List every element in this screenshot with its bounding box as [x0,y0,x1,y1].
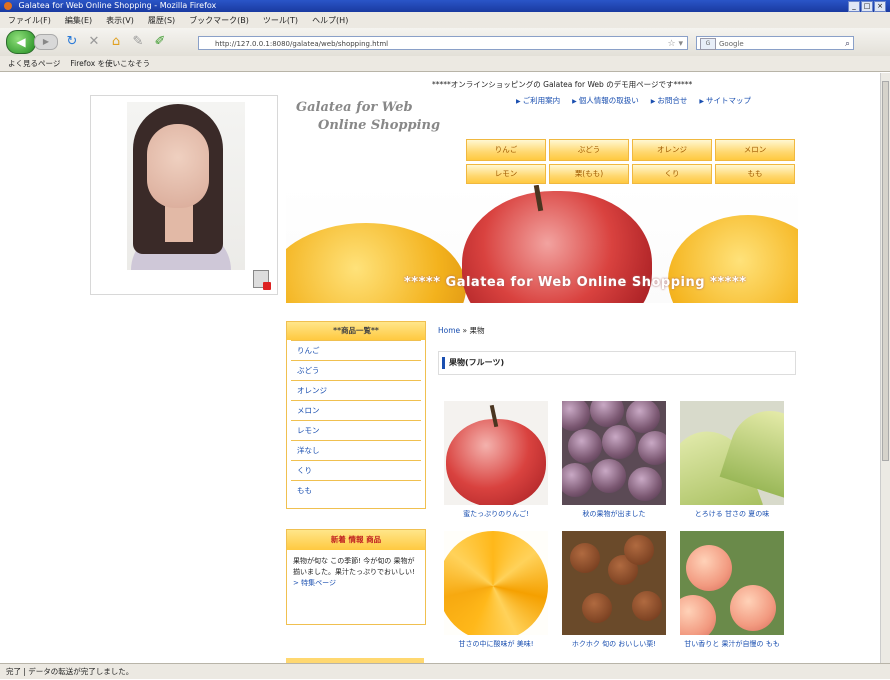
addon-icon[interactable]: ✐ [152,34,168,50]
marquee-text: *****オンラインショッピングの Galatea for Web のデモ用ペー… [432,80,693,89]
link-sitemap[interactable]: サイトマップ [699,95,751,106]
product-caption[interactable]: 甘さの中に酸味が 美味! [444,639,548,651]
sidebar-item[interactable]: ぶどう [291,360,421,380]
sidebar-item[interactable]: メロン [291,400,421,420]
site-logo[interactable]: Galatea for Web Online Shopping [296,99,440,135]
apple-photo[interactable] [444,401,548,505]
close-icon[interactable]: × [874,1,886,12]
vertical-scrollbar[interactable] [880,73,890,663]
agent-photo-box [90,95,278,295]
sidebar-item[interactable]: くり [291,460,421,480]
page-content: *****オンラインショッピングの Galatea for Web のデモ用ペー… [0,73,880,663]
fruit-nav-item[interactable]: 栗(もも) [549,164,629,184]
menu-edit[interactable]: 編集(E) [65,15,92,26]
grape-photo[interactable] [562,401,666,505]
breadcrumb: Home » 果物 [438,326,485,335]
product-card[interactable]: ホクホク 旬の おいしい栗! [562,531,666,651]
product-caption[interactable]: 蜜たっぷりのりんご! [444,509,548,521]
window-controls: _ □ × [848,1,886,12]
bookmarks-toolbar: よく見るページ Firefox を使いこなそう [0,56,890,72]
product-caption[interactable]: とろける 甘さの 夏の味 [680,509,784,521]
reload-icon[interactable]: ↻ [64,34,80,50]
product-card[interactable]: 甘さの中に酸味が 美味! [444,531,548,651]
chestnut-photo[interactable] [562,531,666,635]
product-caption[interactable]: 秋の果物が出ました [562,509,666,521]
peach-photo[interactable] [680,531,784,635]
fruit-nav-item[interactable]: レモン [466,164,546,184]
firefox-logo-icon [4,2,12,10]
link-contact[interactable]: お問合せ [651,95,687,106]
category-title: 果物(フルーツ) [438,351,796,375]
link-privacy[interactable]: 個人情報の取扱い [572,95,639,106]
fruit-nav: りんご ぶどう オレンジ メロン レモン 栗(もも) くり もも [466,139,798,184]
stop-icon[interactable]: ✕ [86,34,102,50]
product-caption[interactable]: ホクホク 旬の おいしい栗! [562,639,666,651]
search-input[interactable]: G Google ⌕ [696,36,854,50]
window-title: Galatea for Web Online Shopping - Mozill… [18,1,217,10]
menu-view[interactable]: 表示(V) [106,15,134,26]
sidebar-item[interactable]: りんご [291,340,421,360]
search-icon[interactable]: ⌕ [845,37,850,51]
fruit-nav-item[interactable]: もも [715,164,795,184]
menu-history[interactable]: 履歴(S) [148,15,175,26]
sidebar-item[interactable]: レモン [291,420,421,440]
orange-image [286,223,466,303]
window-title-bar: Galatea for Web Online Shopping - Mozill… [0,0,890,12]
orange-photo[interactable] [444,531,548,635]
agent-portrait [127,102,245,270]
bookmark-star-icon[interactable]: ✎ [130,34,146,50]
product-card[interactable]: 甘い香りと 果汁が自慢の もも [680,531,784,651]
fruit-nav-item[interactable]: くり [632,164,712,184]
scrollbar-thumb[interactable] [882,81,889,461]
url-text: http://127.0.0.1:8080/galatea/web/shoppi… [215,40,389,48]
search-placeholder: Google [719,40,744,48]
back-button[interactable]: ◀ [6,30,36,54]
link-guide[interactable]: ご利用案内 [516,95,561,106]
menu-help[interactable]: ヘルプ(H) [312,15,348,26]
product-card[interactable]: 蜜たっぷりのりんご! [444,401,548,521]
minimize-icon[interactable]: _ [848,1,860,12]
news-text: 果物が旬な この季節! 今が旬の 果物が揃いました。果汁たっぷりでおいしい! [293,557,415,576]
menu-file[interactable]: ファイル(F) [8,15,51,26]
breadcrumb-home[interactable]: Home [438,326,460,335]
top-links: ご利用案内 個人情報の取扱い お問合せ サイトマップ [516,95,751,106]
status-bar: 完了 | データの転送が完了しました。 [0,663,890,679]
search-engine-icon[interactable]: G [700,38,716,50]
home-icon[interactable]: ⌂ [108,34,124,50]
fruit-nav-item[interactable]: メロン [715,139,795,161]
bookmark-getting-started[interactable]: Firefox を使いこなそう [70,58,150,69]
product-card[interactable]: 秋の果物が出ました [562,401,666,521]
product-caption[interactable]: 甘い香りと 果汁が自慢の もも [680,639,784,651]
sidebar-title: **商品一覧** [287,322,425,340]
sidebar-item[interactable]: オレンジ [291,380,421,400]
forward-button[interactable]: ▶ [34,34,58,50]
fruit-nav-item[interactable]: オレンジ [632,139,712,161]
hero-banner: ***** Galatea for Web Online Shopping **… [286,185,798,303]
menu-bar: ファイル(F) 編集(E) 表示(V) 履歴(S) ブックマーク(B) ツール(… [0,12,890,28]
speech-icon[interactable] [253,270,271,290]
news-link[interactable]: > 特集ページ [293,578,419,589]
address-bar[interactable]: http://127.0.0.1:8080/galatea/web/shoppi… [198,36,688,50]
sidebar-item[interactable]: 洋なし [291,440,421,460]
bookmark-most-visited[interactable]: よく見るページ [8,58,60,69]
star-icon[interactable]: ☆ ▾ [668,37,683,51]
melon-photo[interactable] [680,401,784,505]
menu-tools[interactable]: ツール(T) [263,15,298,26]
fruit-nav-item[interactable]: ぶどう [549,139,629,161]
sidebar-item[interactable]: もも [291,480,421,500]
news-title: 新着 情報 商品 [287,530,425,550]
menu-bookmarks[interactable]: ブックマーク(B) [189,15,249,26]
product-card[interactable]: とろける 甘さの 夏の味 [680,401,784,521]
product-grid: 蜜たっぷりのりんご! 秋の果物が出ました とろける 甘さの 夏の味 甘さの中に酸… [444,401,784,651]
fruit-nav-item[interactable]: りんご [466,139,546,161]
news-box: 新着 情報 商品 果物が旬な この季節! 今が旬の 果物が揃いました。果汁たっぷ… [286,529,426,625]
breadcrumb-current: 果物 [469,326,485,335]
banner-text: ***** Galatea for Web Online Shopping **… [404,275,747,290]
maximize-icon[interactable]: □ [861,1,873,12]
sidebar-categories: **商品一覧** りんご ぶどう オレンジ メロン レモン 洋なし くり もも [286,321,426,509]
